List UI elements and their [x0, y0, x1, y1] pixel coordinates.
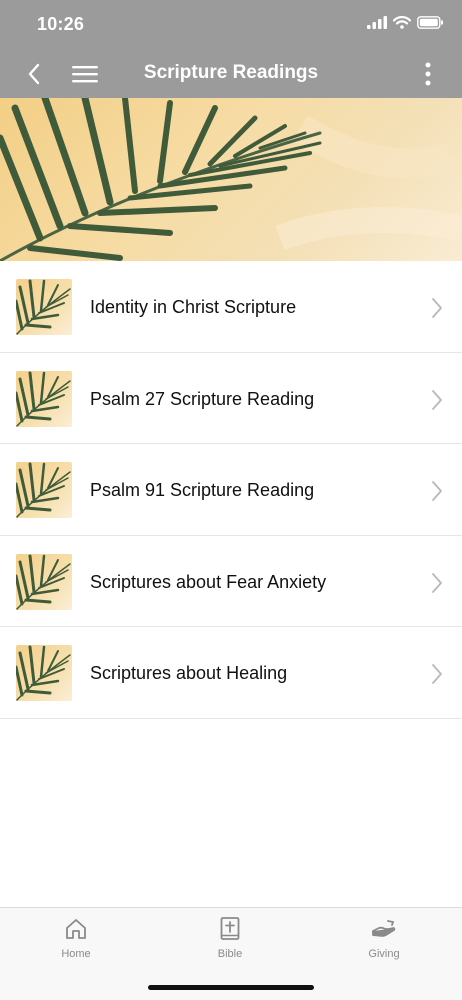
- list-item-label: Psalm 27 Scripture Reading: [90, 388, 315, 409]
- chevron-right-icon: [432, 572, 442, 593]
- scripture-list: Identity in Christ Scripture Psalm 27 Sc…: [0, 261, 462, 719]
- palm-leaf-thumbnail: [16, 370, 72, 427]
- tab-home[interactable]: Home: [36, 916, 116, 960]
- list-item[interactable]: Psalm 91 Scripture Reading: [0, 444, 462, 536]
- battery-icon: [417, 16, 443, 29]
- chevron-right-icon: [432, 298, 442, 318]
- more-vertical-icon: [425, 62, 431, 86]
- home-indicator: [148, 985, 314, 990]
- list-item[interactable]: Scriptures about Healing: [0, 627, 462, 719]
- home-icon: [66, 919, 86, 939]
- tab-label: Giving: [368, 948, 400, 960]
- signal-icon: [367, 16, 387, 29]
- list-item-label: Scriptures about Healing: [90, 663, 288, 684]
- tab-label: Bible: [217, 948, 243, 960]
- status-icons: [367, 16, 444, 29]
- giving-hand-icon: [372, 920, 396, 937]
- chevron-right-icon: [432, 664, 442, 685]
- palm-leaf-thumbnail: [16, 553, 72, 610]
- palm-leaf-image: [0, 98, 462, 261]
- nav-bar: Scripture Readings: [0, 48, 462, 98]
- list-item-label: Identity in Christ Scripture: [90, 297, 297, 317]
- palm-leaf-thumbnail: [16, 279, 72, 335]
- status-time: 10:26: [37, 14, 85, 34]
- tab-bible[interactable]: Bible: [190, 916, 270, 960]
- tab-giving[interactable]: Giving: [344, 916, 424, 960]
- palm-leaf-thumbnail: [16, 462, 72, 519]
- more-button[interactable]: [418, 60, 438, 88]
- list-item-label: Scriptures about Fear Anxiety: [90, 571, 327, 592]
- tab-label: Home: [61, 948, 91, 960]
- list-item-label: Psalm 91 Scripture Reading: [90, 480, 315, 501]
- bible-icon: [220, 917, 240, 940]
- app-header: 10:26 Scripture Readings: [0, 0, 462, 98]
- list-item[interactable]: Identity in Christ Scripture: [0, 261, 462, 353]
- palm-leaf-thumbnail: [16, 645, 72, 702]
- page-title: Scripture Readings: [143, 62, 319, 83]
- list-item[interactable]: Psalm 27 Scripture Reading: [0, 353, 462, 445]
- wifi-icon: [393, 16, 411, 29]
- chevron-right-icon: [432, 389, 442, 410]
- list-item[interactable]: Scriptures about Fear Anxiety: [0, 536, 462, 628]
- status-bar: 10:26: [0, 0, 462, 48]
- chevron-right-icon: [432, 481, 442, 502]
- hero-banner-image: [0, 98, 462, 261]
